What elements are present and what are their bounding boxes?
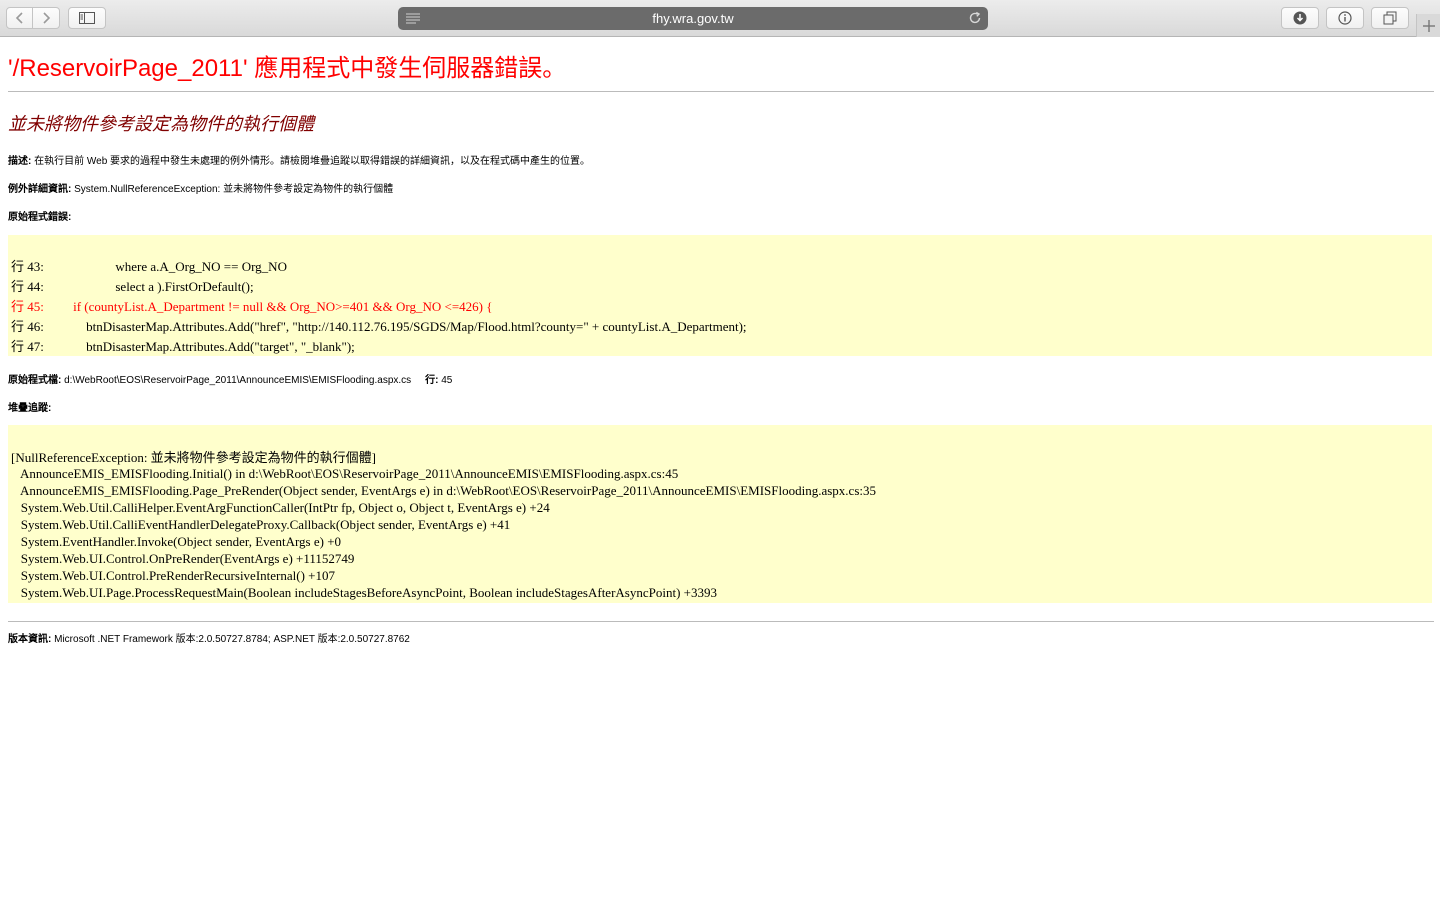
- source-error-heading: 原始程式錯誤:: [8, 208, 71, 223]
- forward-button[interactable]: [33, 7, 60, 29]
- source-file-label: 原始程式檔:: [8, 375, 62, 386]
- stack-line: System.Web.Util.CalliHelper.EventArgFunc…: [11, 500, 550, 515]
- exception-text: System.NullReferenceException: 並未將物件參考設定…: [71, 184, 394, 195]
- description-label: 描述:: [8, 156, 32, 167]
- new-tab-button[interactable]: [1416, 14, 1440, 37]
- source-error-label: 原始程式錯誤:: [8, 212, 72, 223]
- stack-trace-box: [NullReferenceException: 並未將物件參考設定為物件的執行…: [8, 425, 1432, 603]
- source-line-label: 行:: [425, 375, 439, 386]
- reload-icon[interactable]: [968, 11, 982, 25]
- back-icon: [15, 12, 23, 24]
- source-line-number: 45: [438, 375, 453, 386]
- back-button[interactable]: [6, 7, 33, 29]
- exception-details: 例外詳細資訊: System.NullReferenceException: 並…: [8, 180, 393, 195]
- divider: [8, 621, 1434, 622]
- page-title: '/ReservoirPage_2011' 應用程式中發生伺服器錯誤。: [8, 55, 567, 82]
- new-tab-icon: [1423, 19, 1435, 32]
- stack-line: [NullReferenceException: 並未將物件參考設定為物件的執行…: [11, 450, 377, 465]
- description-text: 在執行目前 Web 要求的過程中發生未處理的例外情形。請檢閱堆疊追蹤以取得錯誤的…: [31, 156, 591, 167]
- info-button[interactable]: [1326, 7, 1364, 29]
- code-line: 行 44: select a ).FirstOrDefault();: [11, 279, 254, 294]
- stack-line: AnnounceEMIS_EMISFlooding.Page_PreRender…: [11, 483, 876, 498]
- code-line: 行 47: btnDisasterMap.Attributes.Add("tar…: [11, 339, 355, 354]
- info-icon: [1338, 11, 1352, 25]
- source-file-path: d:\WebRoot\EOS\ReservoirPage_2011\Announ…: [61, 375, 412, 386]
- sidebar-button[interactable]: [68, 7, 106, 29]
- stack-trace-label: 堆疊追蹤:: [8, 403, 52, 414]
- sidebar-icon: [79, 12, 95, 24]
- code-line-highlighted: 行 45: if (countyList.A_Department != nul…: [11, 299, 493, 314]
- code-line: 行 43: where a.A_Org_NO == Org_NO: [11, 259, 287, 274]
- url-text[interactable]: fhy.wra.gov.tw: [398, 7, 988, 30]
- exception-label: 例外詳細資訊:: [8, 184, 72, 195]
- stack-line: System.Web.UI.Page.ProcessRequestMain(Bo…: [11, 585, 717, 600]
- source-file: 原始程式檔: d:\WebRoot\EOS\ReservoirPage_2011…: [8, 371, 452, 386]
- divider: [8, 91, 1434, 92]
- stack-trace-heading: 堆疊追蹤:: [8, 399, 51, 414]
- stack-line: System.EventHandler.Invoke(Object sender…: [11, 534, 342, 549]
- description: 描述: 在執行目前 Web 要求的過程中發生未處理的例外情形。請檢閱堆疊追蹤以取…: [8, 152, 590, 167]
- stack-line: System.Web.UI.Control.PreRenderRecursive…: [11, 568, 335, 583]
- address-bar[interactable]: fhy.wra.gov.tw: [398, 7, 988, 30]
- version-info: 版本資訊: Microsoft .NET Framework 版本:2.0.50…: [8, 630, 410, 645]
- tabs-button[interactable]: [1371, 7, 1409, 29]
- stack-line: AnnounceEMIS_EMISFlooding.Initial() in d…: [11, 466, 679, 481]
- source-code-box: 行 43: where a.A_Org_NO == Org_NO 行 44: s…: [8, 235, 1432, 356]
- tabs-icon: [1383, 11, 1397, 25]
- forward-icon: [43, 12, 51, 24]
- stack-line: System.Web.UI.Control.OnPreRender(EventA…: [11, 551, 355, 566]
- browser-toolbar: fhy.wra.gov.tw: [0, 0, 1440, 37]
- version-text: Microsoft .NET Framework 版本:2.0.50727.87…: [51, 634, 410, 645]
- error-heading: 並未將物件參考設定為物件的執行個體: [8, 114, 314, 134]
- downloads-button[interactable]: [1281, 7, 1319, 29]
- version-label: 版本資訊:: [8, 634, 52, 645]
- code-line: 行 46: btnDisasterMap.Attributes.Add("hre…: [11, 319, 747, 334]
- download-icon: [1293, 11, 1307, 25]
- stack-line: System.Web.Util.CalliEventHandlerDelegat…: [11, 517, 511, 532]
- nav-buttons: [6, 7, 60, 29]
